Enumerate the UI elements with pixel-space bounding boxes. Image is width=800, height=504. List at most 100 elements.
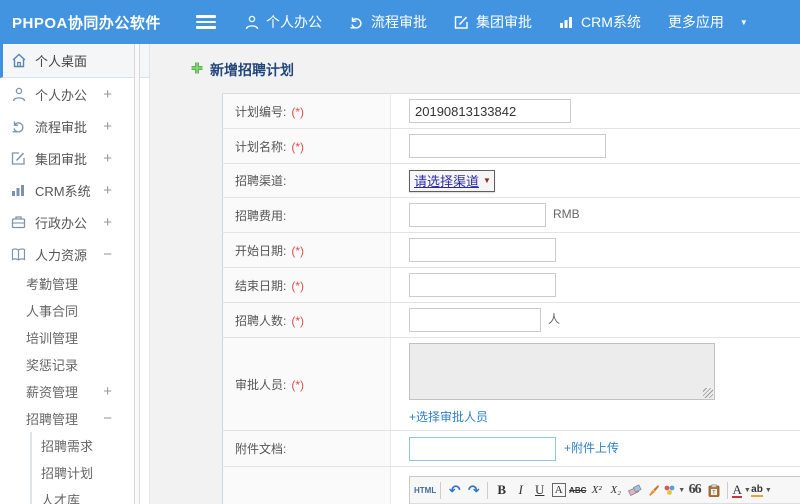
end-date-input[interactable] — [409, 273, 556, 297]
form-row-channel: 招聘渠道: 请选择渠道 ▼ — [222, 163, 800, 198]
expand-plus-icon: + — [103, 213, 112, 231]
chart-icon — [559, 15, 574, 29]
plan-number-input[interactable] — [409, 99, 571, 123]
nav-item-workflow-approval[interactable]: 流程审批 — [349, 12, 427, 32]
sidebar-item-admin-office[interactable]: 行政办公 + — [0, 206, 149, 238]
sidebar-subsubitem-recruit-demand[interactable]: 招聘需求 — [32, 432, 149, 459]
field-label: 招聘人数: — [235, 313, 287, 328]
edit-icon — [454, 15, 469, 30]
sidebar-item-personal-office[interactable]: 个人办公 + — [0, 78, 149, 110]
select-arrow-icon: ▼ — [483, 176, 491, 185]
sidebar-subsubitem-recruit-plan[interactable]: 招聘计划 — [32, 459, 149, 486]
bold-button[interactable]: B — [492, 480, 511, 501]
sidebar-subsubitem-talent-pool[interactable]: 人才库 — [32, 486, 149, 504]
headcount-input[interactable] — [409, 308, 541, 332]
attachment-input[interactable] — [409, 436, 556, 461]
expand-plus-icon: + — [103, 117, 112, 135]
field-label: 开始日期: — [235, 243, 287, 258]
undo-icon[interactable]: ↶ — [445, 480, 464, 501]
page-title: 新增招聘计划 — [190, 60, 800, 80]
form-row-plan-number: 计划编号: (*) — [222, 93, 800, 129]
format-brush-icon[interactable] — [644, 480, 663, 501]
collapse-minus-icon: − — [103, 245, 112, 263]
sidebar-item-desktop[interactable]: 个人桌面 — [0, 44, 149, 78]
expand-plus-icon: + — [103, 383, 112, 400]
start-date-input[interactable] — [409, 238, 556, 262]
superscript-button[interactable]: X² — [587, 480, 606, 501]
caret-down-icon: ▼ — [739, 17, 748, 27]
color-palette-icon[interactable]: ▼ — [663, 480, 685, 501]
required-mark: (*) — [291, 243, 305, 258]
sidebar-item-group-approval[interactable]: 集团审批 + — [0, 142, 149, 174]
sidebar-subitem-contracts[interactable]: 人事合同 — [0, 297, 149, 324]
sidebar-subitem-salary[interactable]: 薪资管理 + — [0, 378, 149, 405]
currency-suffix: RMB — [553, 207, 580, 222]
form-row-headcount: 招聘人数: (*) 人 — [222, 302, 800, 338]
resize-handle[interactable] — [703, 388, 713, 398]
field-label: 招聘渠道: — [235, 174, 287, 188]
select-approvers-link[interactable]: +选择审批人员 — [409, 408, 488, 425]
form-row-approvers: 审批人员: (*) +选择审批人员 — [222, 337, 800, 431]
sidebar-subitem-attendance[interactable]: 考勤管理 — [0, 270, 149, 297]
field-label: 招聘费用: — [235, 208, 287, 223]
redo-icon[interactable]: ↷ — [464, 480, 483, 501]
form-row-attachment: 附件文档: +附件上传 — [222, 430, 800, 467]
strikethrough-button[interactable]: ABC — [568, 480, 587, 501]
highlight-color-button[interactable]: ab ▼ — [751, 480, 772, 501]
nav-item-more-apps[interactable]: 更多应用 ▼ — [668, 12, 748, 32]
form-row-plan-name: 计划名称: (*) — [222, 128, 800, 164]
sidebar: 个人桌面 个人办公 + 流程审批 + 集团审批 + CRM系统 + 行政办公 +… — [0, 44, 150, 504]
font-color-button[interactable]: A ▼ — [732, 480, 751, 501]
form-row-cost: 招聘费用: RMB — [222, 197, 800, 233]
required-mark: (*) — [291, 377, 305, 392]
field-label: 附件文档: — [235, 442, 287, 456]
field-label: 计划名称: — [235, 139, 287, 154]
plan-name-input[interactable] — [409, 134, 606, 158]
hamburger-menu-icon[interactable] — [196, 15, 216, 29]
sidebar-item-crm[interactable]: CRM系统 + — [0, 174, 149, 206]
required-mark: (*) — [291, 139, 305, 154]
caret-down-icon: ▼ — [743, 486, 751, 494]
form-row-end-date: 结束日期: (*) — [222, 267, 800, 303]
process-icon — [349, 15, 364, 30]
chart-icon — [10, 182, 27, 199]
eraser-icon[interactable] — [625, 480, 644, 501]
sidebar-subitem-recruitment[interactable]: 招聘管理 − — [0, 405, 149, 432]
border-text-button[interactable]: A — [551, 483, 566, 497]
sidebar-subitem-rewards[interactable]: 奖惩记录 — [0, 351, 149, 378]
sidebar-scrollbar[interactable] — [134, 44, 140, 504]
nav-item-crm[interactable]: CRM系统 — [559, 12, 641, 32]
cost-input[interactable] — [409, 203, 546, 227]
nav-item-group-approval[interactable]: 集团审批 — [454, 12, 532, 32]
attachment-upload-link[interactable]: +附件上传 — [564, 439, 619, 456]
form-row-start-date: 开始日期: (*) — [222, 232, 800, 268]
channel-select[interactable]: 请选择渠道 ▼ — [409, 169, 495, 192]
required-mark: (*) — [291, 313, 305, 328]
expand-plus-icon: + — [103, 85, 112, 103]
paste-icon[interactable]: T — [704, 480, 723, 501]
rich-text-editor: HTML ↶ ↷ B I U A ABC X² X₂ ▼ 66 T A ▼ ab… — [409, 476, 800, 504]
sidebar-item-hr[interactable]: 人力资源 − — [0, 238, 149, 270]
caret-down-icon: ▼ — [764, 486, 772, 494]
plus-icon — [190, 61, 204, 80]
editor-toolbar-row1: HTML ↶ ↷ B I U A ABC X² X₂ ▼ 66 T A ▼ ab… — [410, 477, 800, 504]
subscript-button[interactable]: X₂ — [606, 480, 625, 501]
unit-suffix: 人 — [548, 312, 561, 327]
home-icon — [10, 52, 27, 69]
top-nav: 个人办公 流程审批 集团审批 CRM系统 更多应用 ▼ — [218, 12, 748, 32]
top-header: PHPOA协同办公软件 个人办公 流程审批 集团审批 CRM系统 更多应用 ▼ — [0, 0, 800, 44]
required-mark: (*) — [291, 104, 305, 119]
approvers-textarea[interactable] — [409, 343, 715, 400]
field-label: 计划编号: — [235, 104, 287, 119]
html-source-button[interactable]: HTML — [414, 480, 436, 501]
book-icon — [10, 246, 27, 263]
italic-button[interactable]: I — [511, 480, 530, 501]
nav-item-personal-office[interactable]: 个人办公 — [245, 12, 322, 32]
sidebar-item-workflow-approval[interactable]: 流程审批 + — [0, 110, 149, 142]
underline-button[interactable]: U — [530, 480, 549, 501]
person-icon — [10, 86, 27, 103]
sidebar-subitem-training[interactable]: 培训管理 — [0, 324, 149, 351]
expand-plus-icon: + — [103, 181, 112, 199]
briefcase-icon — [10, 214, 27, 231]
blockquote-button[interactable]: 66 — [685, 480, 704, 501]
